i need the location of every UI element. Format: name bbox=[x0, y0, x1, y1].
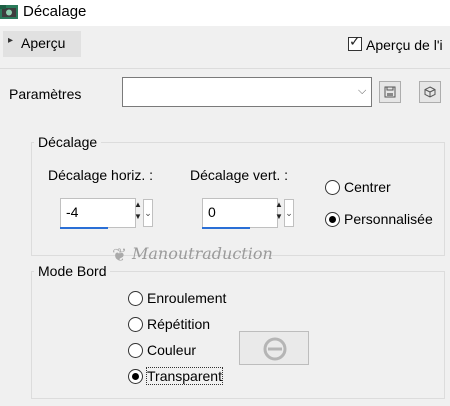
vert-offset-value: 0 bbox=[208, 204, 216, 220]
no-color-icon bbox=[263, 337, 287, 361]
vert-offset-slider bbox=[202, 227, 250, 229]
edge-mode-group bbox=[31, 271, 445, 399]
edge-mode-group-label: Mode Bord bbox=[34, 263, 111, 279]
presets-dropdown[interactable] bbox=[122, 77, 372, 107]
custom-radio-label[interactable]: Personnalisée bbox=[344, 211, 433, 227]
transparent-radio-label[interactable]: Transparent bbox=[146, 367, 223, 385]
horiz-offset-input[interactable]: -4 bbox=[60, 198, 136, 228]
color-radio-label[interactable]: Couleur bbox=[147, 342, 196, 358]
color-radio[interactable] bbox=[128, 343, 143, 358]
repeat-radio[interactable] bbox=[128, 317, 143, 332]
offset-group-label: Décalage bbox=[34, 134, 102, 150]
vert-offset-label: Décalage vert. : bbox=[190, 167, 289, 183]
window-title: Décalage bbox=[23, 3, 87, 20]
chevron-down-icon[interactable]: ⌵ bbox=[358, 85, 366, 98]
preview-expander-label: Aperçu bbox=[21, 35, 66, 51]
preview-checkbox-label[interactable]: Aperçu de l'i bbox=[366, 37, 443, 53]
vert-offset-input[interactable]: 0 bbox=[202, 198, 278, 228]
save-preset-button[interactable] bbox=[379, 81, 401, 103]
watermark-text: Manoutraduction bbox=[132, 244, 273, 263]
app-icon bbox=[0, 5, 18, 19]
vert-chevron-down-icon[interactable]: ⌄ bbox=[284, 199, 294, 227]
separator bbox=[0, 68, 450, 69]
repeat-radio-label[interactable]: Répétition bbox=[147, 316, 210, 332]
presets-label: Paramètres bbox=[9, 86, 82, 102]
center-radio[interactable] bbox=[325, 180, 340, 195]
center-radio-label[interactable]: Centrer bbox=[344, 179, 391, 195]
save-icon bbox=[384, 86, 396, 98]
horiz-offset-slider bbox=[60, 227, 108, 229]
custom-radio[interactable] bbox=[325, 212, 340, 227]
wrap-radio[interactable] bbox=[128, 291, 143, 306]
horiz-offset-value: -4 bbox=[66, 204, 79, 220]
watermark-leaf-icon: ❦ bbox=[112, 245, 128, 265]
reset-preset-button[interactable] bbox=[419, 81, 441, 103]
vert-spin-down-icon[interactable]: ▼ bbox=[274, 212, 284, 222]
reset-icon bbox=[424, 86, 436, 98]
horiz-spin-up-icon[interactable]: ▲ bbox=[133, 200, 143, 210]
horiz-spin-down-icon[interactable]: ▼ bbox=[133, 212, 143, 222]
wrap-radio-label[interactable]: Enroulement bbox=[147, 290, 226, 306]
horiz-offset-label: Décalage horiz. : bbox=[48, 167, 154, 183]
checkmark-icon: ✓ bbox=[349, 33, 361, 49]
transparent-radio[interactable] bbox=[128, 369, 143, 384]
vert-spin-up-icon[interactable]: ▲ bbox=[274, 200, 284, 210]
expand-arrow-icon: ▸ bbox=[8, 35, 14, 46]
horiz-chevron-down-icon[interactable]: ⌄ bbox=[143, 199, 153, 227]
